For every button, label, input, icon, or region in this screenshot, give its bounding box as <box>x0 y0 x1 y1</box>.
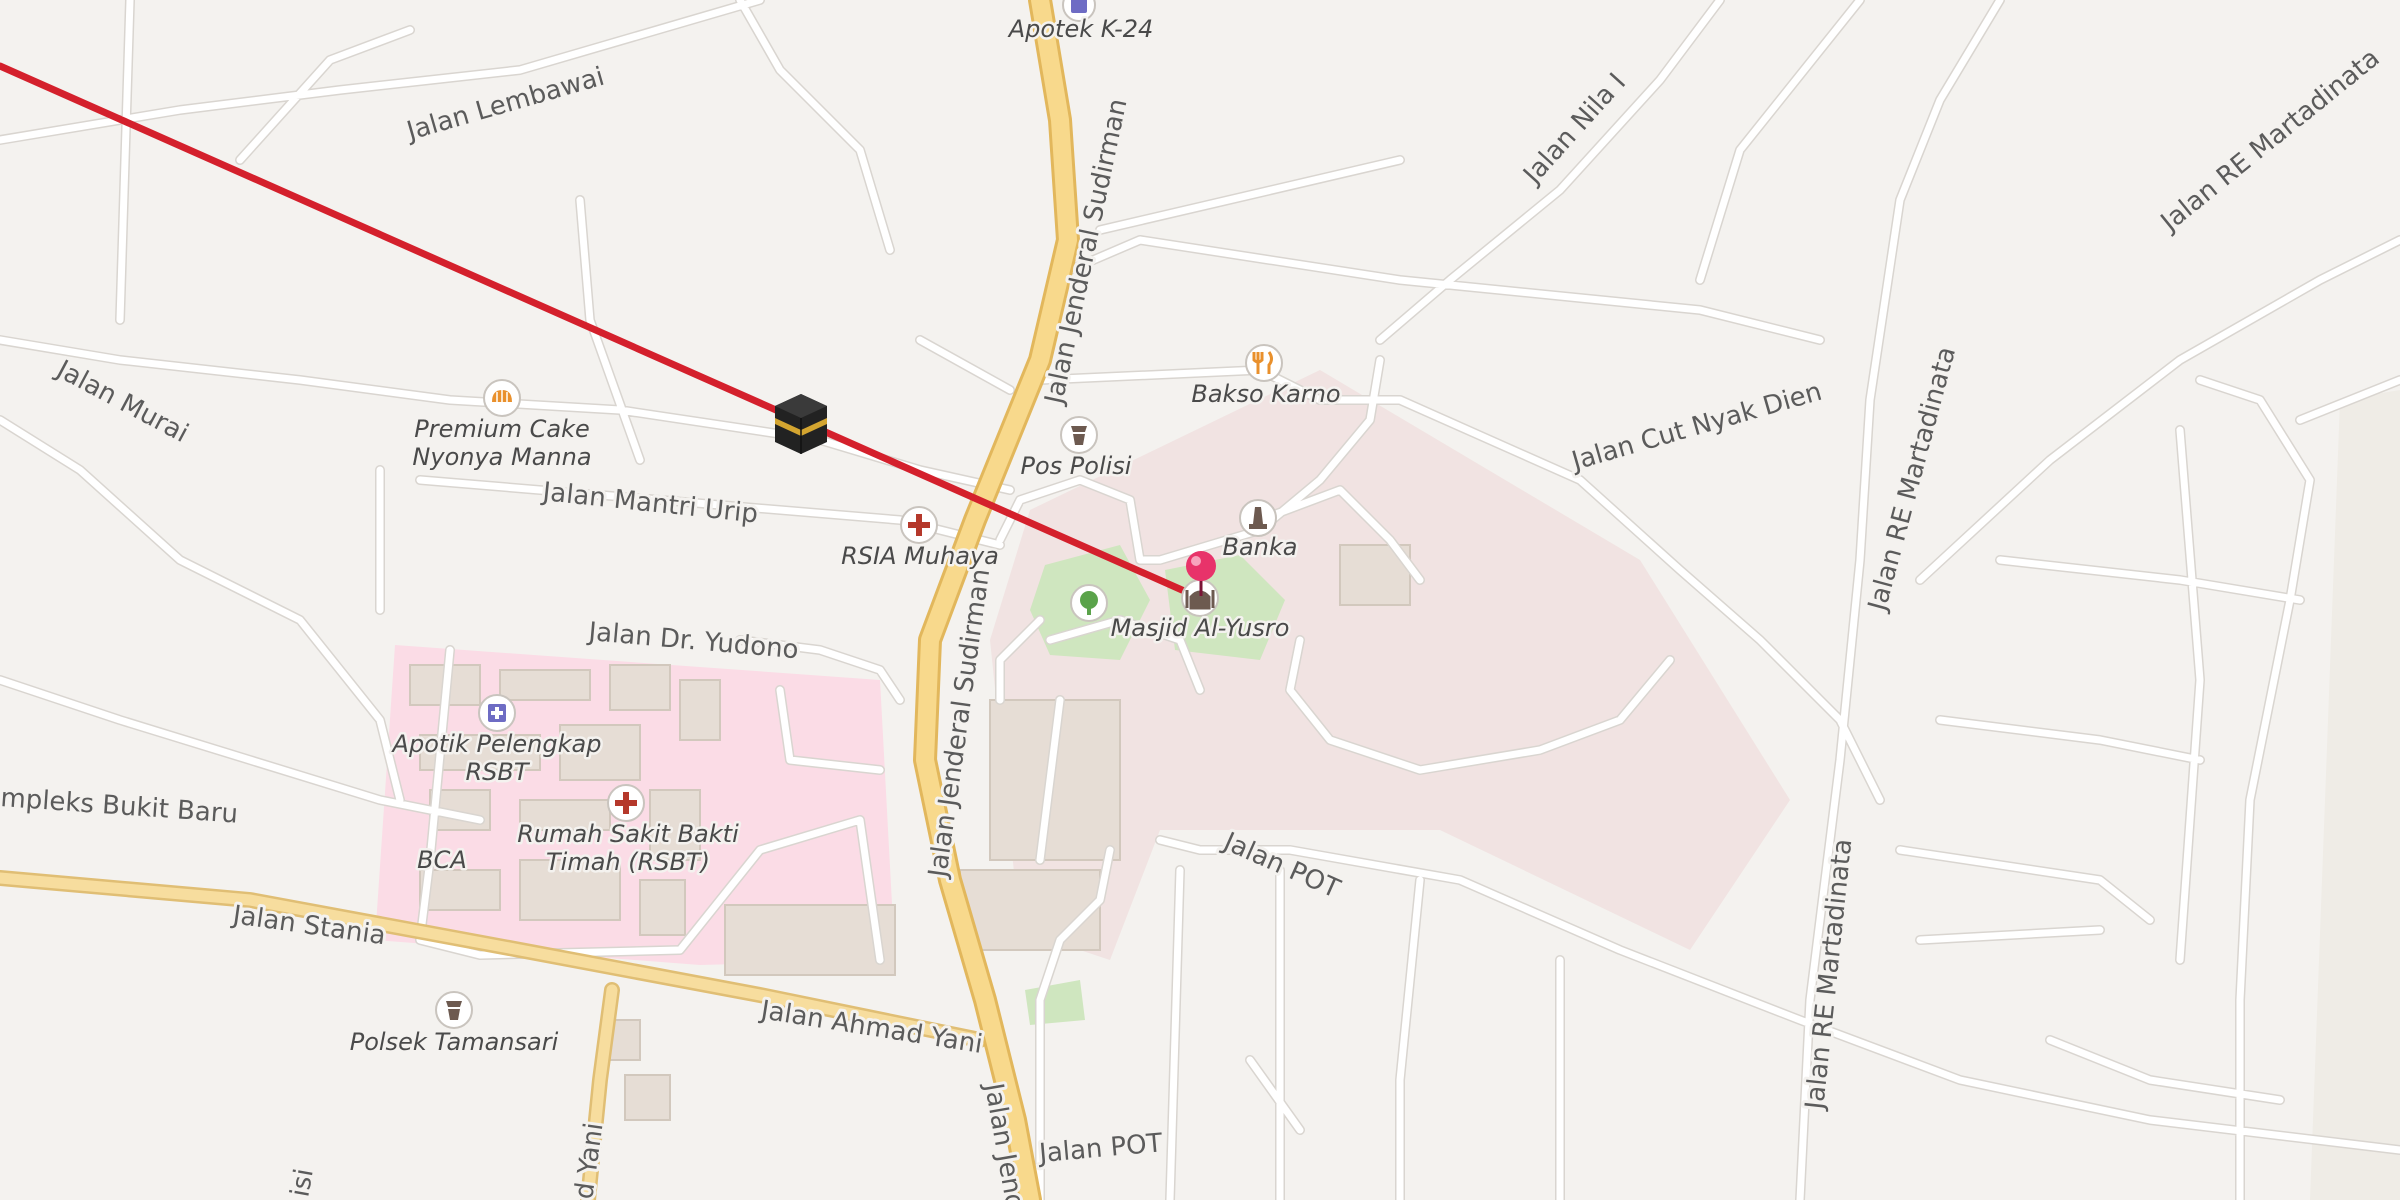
building <box>499 669 591 701</box>
building <box>679 679 721 741</box>
poi-label[interactable]: Apotik Pelengkap <box>388 728 604 761</box>
street-label: Jalan POT <box>1036 1128 1164 1169</box>
poi-label[interactable]: BCA <box>415 844 470 877</box>
poi-label[interactable]: Masjid Al-Yusro <box>1108 612 1292 645</box>
monument-icon[interactable] <box>1239 499 1277 537</box>
poi-label[interactable]: Premium Cake <box>412 413 593 446</box>
qibla-direction-line <box>0 62 1204 602</box>
poi-label[interactable]: Nyonya Manna <box>410 441 594 474</box>
poi-label[interactable]: Polsek Tamansari <box>347 1026 561 1059</box>
building <box>609 664 671 711</box>
poi-label[interactable]: RSIA Muhaya <box>839 540 1002 573</box>
kaaba-icon[interactable] <box>775 394 827 454</box>
police-icon[interactable] <box>435 991 473 1029</box>
police-icon[interactable] <box>1060 416 1098 454</box>
poi-label[interactable]: Apotek K-24 <box>1004 13 1156 46</box>
poi-label[interactable]: Bakso Karno <box>1189 378 1343 411</box>
street-label: d Yani <box>569 1121 609 1200</box>
poi-label[interactable]: Rumah Sakit Bakti <box>515 818 742 851</box>
poi-label[interactable]: Banka <box>1220 531 1300 564</box>
street-label: Jalan Mantri Urip <box>539 477 759 530</box>
poi-label[interactable]: RSBT <box>463 756 533 789</box>
building <box>639 879 686 936</box>
poi-label[interactable]: Timah (RSBT) <box>543 846 712 879</box>
map-canvas[interactable]: Jalan Lembawai Jalan Murai Jalan Mantri … <box>0 0 2400 1200</box>
bakery-icon[interactable] <box>483 379 521 417</box>
tree-icon[interactable] <box>1070 584 1108 622</box>
restaurant-icon[interactable] <box>1245 344 1283 382</box>
street-label: Jalan RE Martadinata <box>2154 43 2386 239</box>
residential-area-east <box>2310 390 2400 1200</box>
poi-label[interactable]: Pos Polisi <box>1018 450 1134 483</box>
pharmacy-icon[interactable] <box>478 694 516 732</box>
building <box>959 869 1101 951</box>
street-label: Jalan Ahmad Yani <box>757 995 985 1060</box>
street-label: mpleks Bukit Baru <box>0 783 239 830</box>
hospital-icon[interactable] <box>900 506 938 544</box>
building <box>624 1074 671 1121</box>
street-label: Jalan Cut Nyak Dien <box>1567 377 1826 478</box>
field-area <box>1025 980 1085 1025</box>
hospital-icon[interactable] <box>607 784 645 822</box>
street-label: Jalan Dr. Yudono <box>585 617 799 665</box>
street-label: isi <box>285 1166 319 1199</box>
